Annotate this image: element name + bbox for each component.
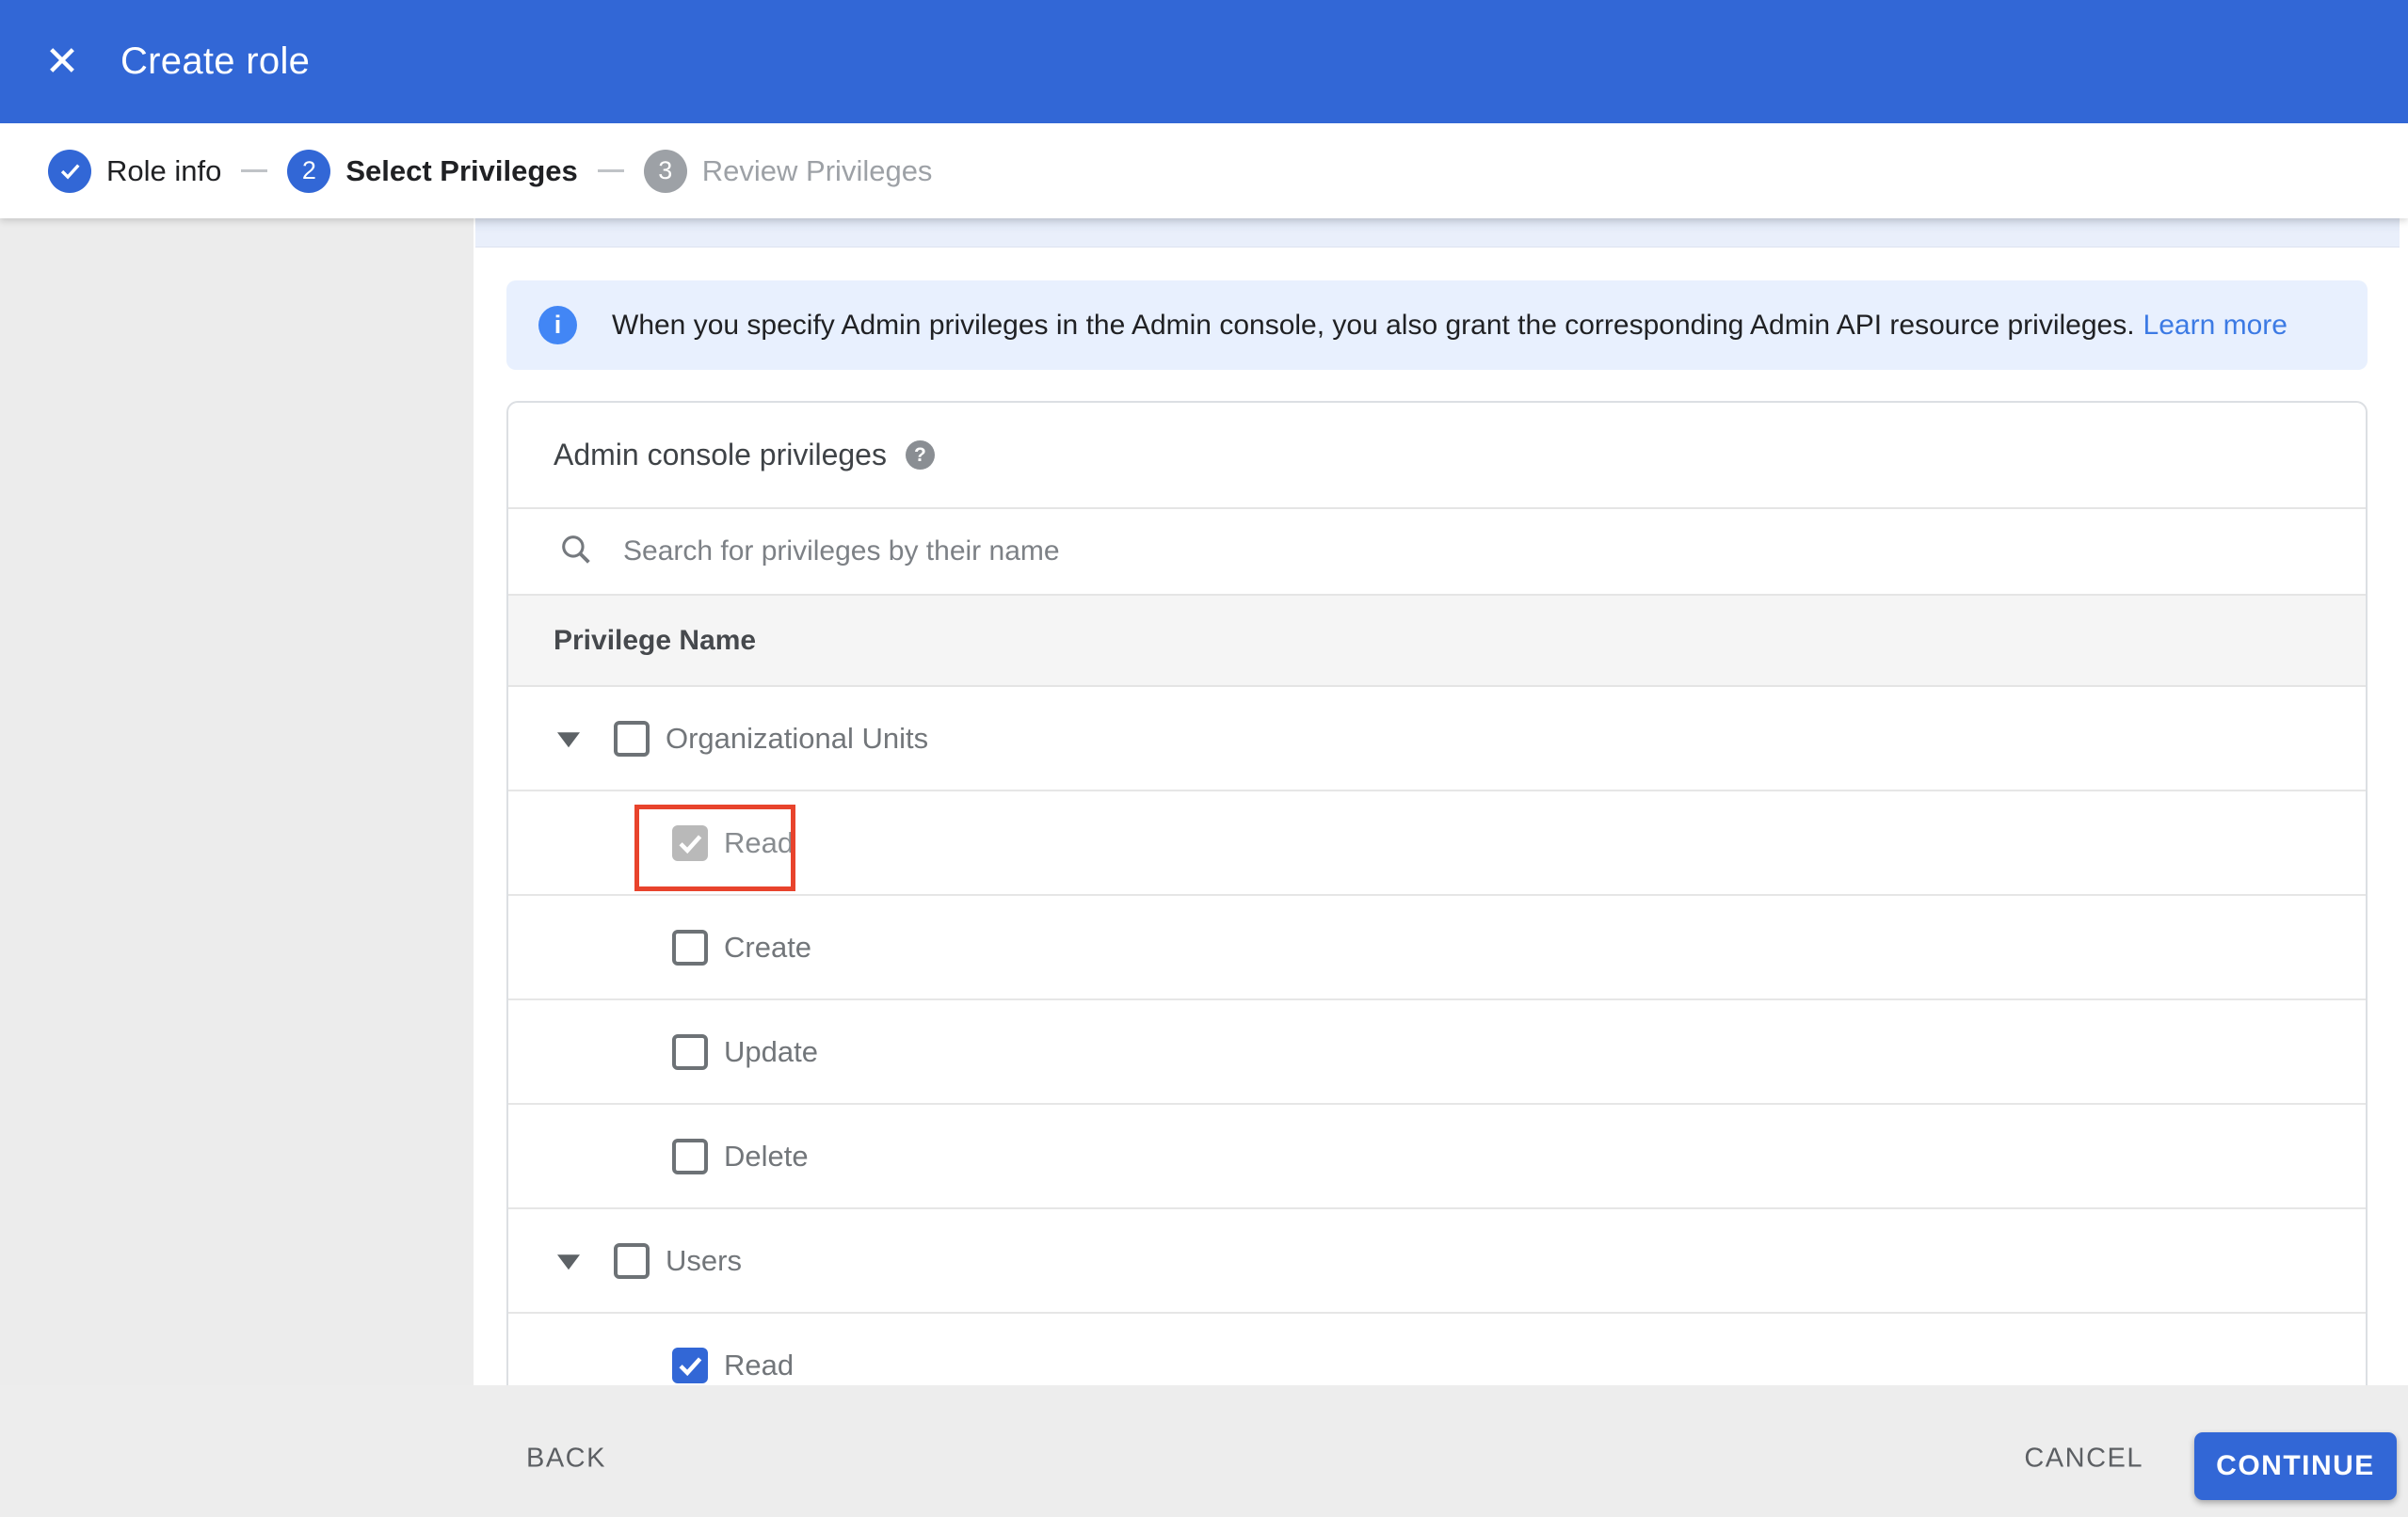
info-banner: i When you specify Admin privileges in t…: [506, 280, 2368, 370]
main-region: i When you specify Admin privileges in t…: [0, 218, 2408, 1385]
step-select-privileges[interactable]: 2 Select Privileges: [287, 149, 578, 193]
search-icon: [558, 532, 593, 571]
privilege-row-child: Update: [508, 1000, 2366, 1105]
highlight-annotation: [634, 805, 795, 891]
privilege-label[interactable]: Update: [724, 1035, 818, 1069]
step-review-privileges[interactable]: 3 Review Privileges: [643, 149, 933, 193]
card-heading: Admin console privileges ?: [508, 403, 2366, 509]
card-title: Admin console privileges: [554, 438, 887, 471]
step-divider: [597, 169, 624, 172]
scrolled-banner-edge: [475, 218, 2400, 248]
step-number: 3: [643, 149, 687, 193]
content-area: i When you specify Admin privileges in t…: [474, 218, 2408, 1385]
admin-privileges-card: Admin console privileges ? Privilege Nam…: [506, 401, 2368, 1385]
privilege-row-child: Read: [508, 791, 2366, 896]
help-icon[interactable]: ?: [905, 440, 935, 470]
page-title: Create role: [120, 40, 311, 82]
back-button[interactable]: BACK: [504, 1431, 629, 1485]
privilege-row-child: Read: [508, 1314, 2366, 1385]
privilege-search-row: [508, 509, 2366, 596]
step-divider: [241, 169, 268, 172]
continue-button[interactable]: CONTINUE: [2194, 1432, 2397, 1500]
privilege-label[interactable]: Organizational Units: [666, 722, 928, 756]
dialog-footer: BACK CANCEL CONTINUE: [0, 1385, 2408, 1517]
search-input[interactable]: [621, 535, 1939, 568]
step-role-info[interactable]: Role info: [48, 149, 222, 193]
column-header-privilege-name: Privilege Name: [508, 596, 2366, 687]
privilege-label[interactable]: Create: [724, 931, 811, 965]
collapse-triangle-icon[interactable]: [557, 731, 580, 747]
collapse-triangle-icon[interactable]: [557, 1254, 580, 1269]
checkbox-unchecked[interactable]: [672, 1033, 708, 1070]
checkbox-unchecked[interactable]: [672, 929, 708, 966]
close-icon: [46, 44, 78, 81]
left-sidebar: [0, 218, 474, 1385]
privilege-row-group: Users: [508, 1209, 2366, 1314]
wizard-stepper: Role info 2 Select Privileges 3 Review P…: [0, 123, 2408, 218]
step-label: Select Privileges: [345, 153, 578, 187]
step-number: 2: [287, 149, 331, 193]
cancel-button[interactable]: CANCEL: [2001, 1431, 2166, 1485]
info-banner-text: When you specify Admin privileges in the…: [612, 309, 2135, 341]
close-button[interactable]: [41, 41, 83, 83]
privilege-label[interactable]: Read: [724, 1349, 794, 1382]
step-completed-check-icon: [48, 149, 91, 193]
privilege-row-group: Organizational Units: [508, 687, 2366, 791]
privilege-label[interactable]: Users: [666, 1244, 742, 1278]
checkbox-unchecked[interactable]: [614, 1242, 650, 1279]
step-label: Review Privileges: [701, 153, 933, 187]
checkbox-unchecked[interactable]: [614, 720, 650, 757]
checkbox-checked[interactable]: [672, 1347, 708, 1383]
learn-more-link[interactable]: Learn more: [2143, 310, 2288, 342]
privilege-row-child: Delete: [508, 1105, 2366, 1209]
privilege-row-child: Create: [508, 896, 2366, 1000]
dialog-header: Create role: [0, 0, 2408, 123]
create-role-dialog: Create role Role info 2 Select Privilege…: [0, 0, 2408, 1517]
privilege-label[interactable]: Delete: [724, 1140, 809, 1174]
step-label: Role info: [106, 153, 222, 187]
info-icon: i: [538, 306, 577, 344]
checkbox-unchecked[interactable]: [672, 1138, 708, 1174]
